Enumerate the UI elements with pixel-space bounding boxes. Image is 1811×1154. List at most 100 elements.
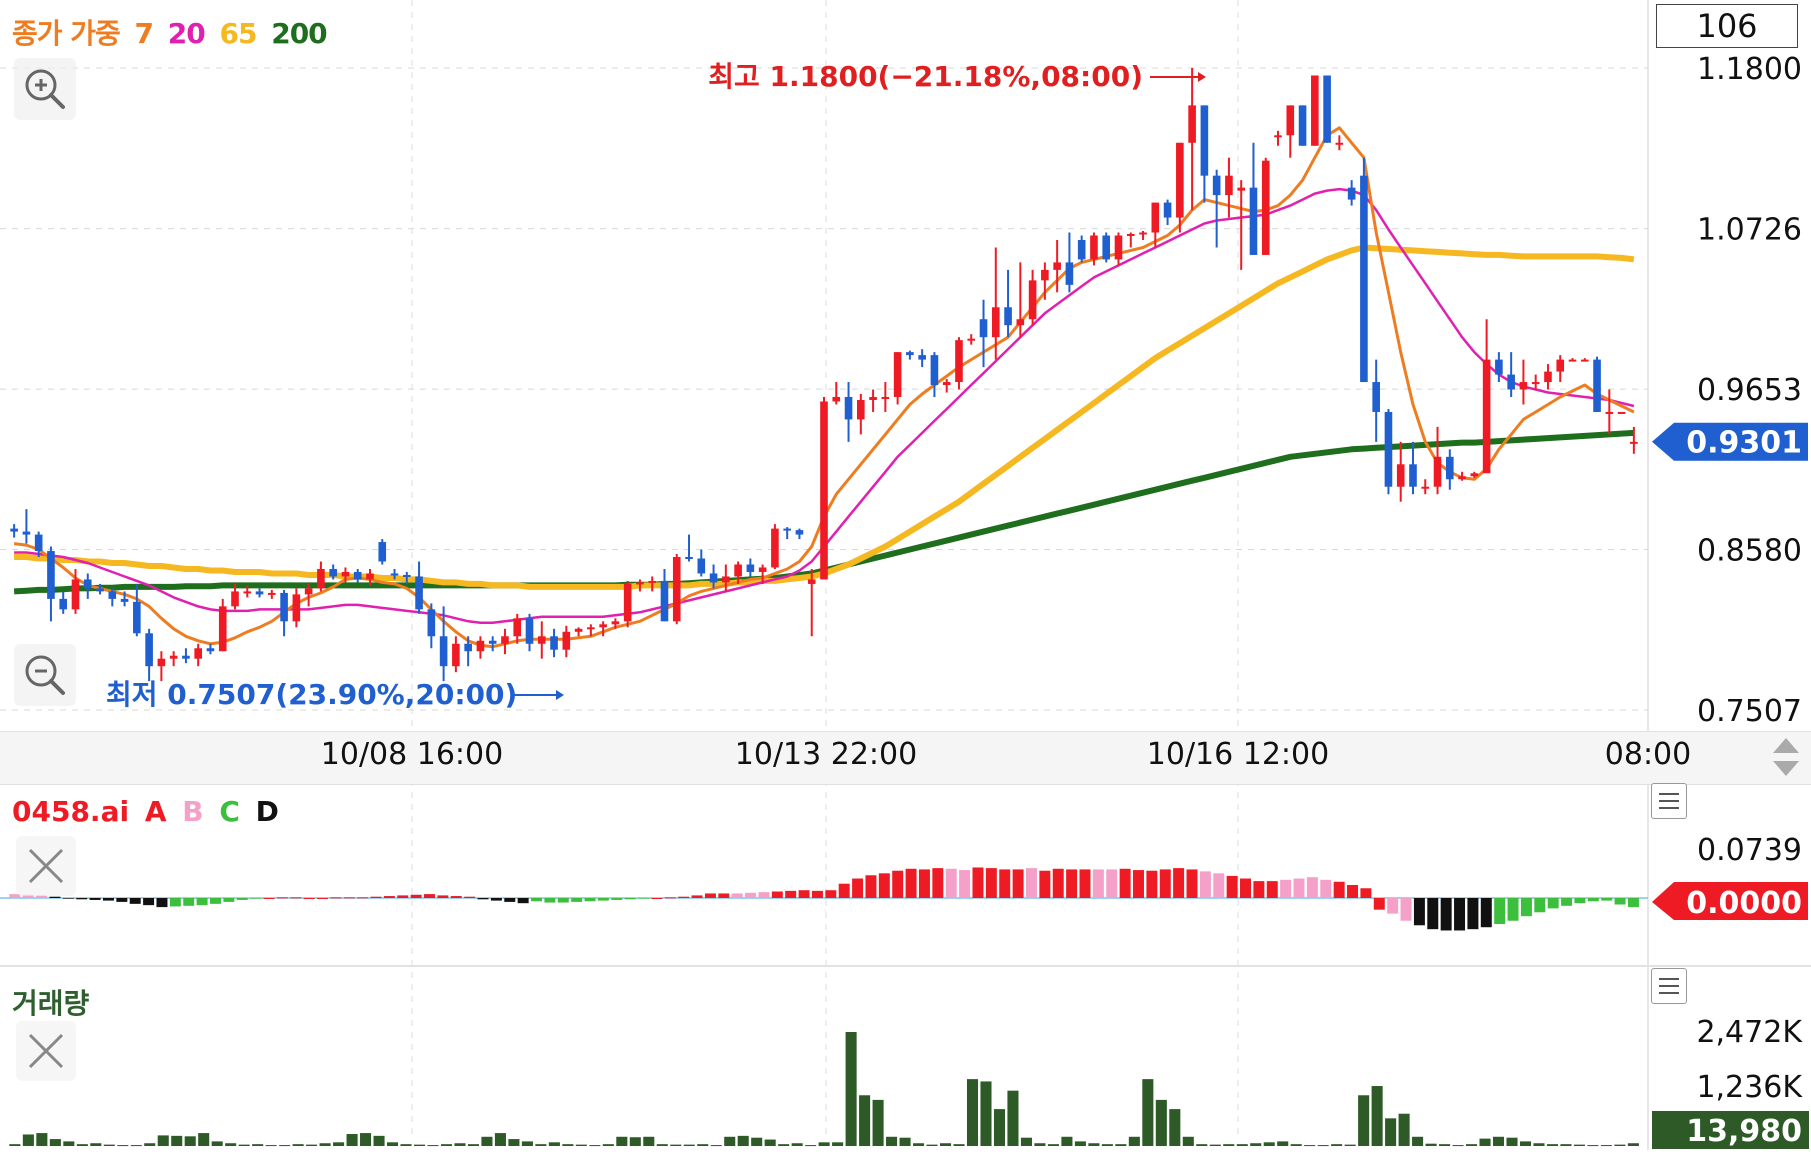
indicator-bar: [678, 896, 690, 898]
close-indicator-button[interactable]: [16, 836, 76, 896]
candle-body: [1556, 359, 1565, 372]
indicator-bar: [1440, 898, 1452, 931]
volume-bar: [387, 1142, 399, 1146]
candle-body: [1016, 319, 1025, 326]
candle-body: [1433, 456, 1442, 487]
volume-bar: [670, 1144, 682, 1146]
zoom-out-button[interactable]: [14, 644, 76, 706]
candle-body: [218, 606, 227, 652]
indicator-bar: [1547, 898, 1559, 909]
indicator-bar: [1454, 898, 1466, 931]
indicator-bar: [343, 897, 355, 899]
volume-tick-label: 1,236K: [1696, 1070, 1803, 1105]
indicator-bar: [1052, 868, 1064, 898]
candle-body: [918, 355, 926, 360]
candle-body: [1323, 75, 1331, 143]
volume-bars: 2,472K 1,236K 13,980: [9, 1015, 1809, 1149]
candle-body: [1617, 411, 1626, 414]
candle-body: [1421, 486, 1430, 489]
volume-bar: [1398, 1113, 1410, 1146]
volume-bar: [643, 1136, 655, 1146]
candle-body: [280, 592, 288, 622]
candle-body: [930, 355, 939, 386]
volume-bar: [818, 1142, 830, 1146]
candle-body: [807, 579, 816, 584]
zoom-in-icon: [25, 69, 65, 109]
indicator-bar: [1293, 878, 1305, 898]
candle-body: [71, 579, 80, 610]
indicator-bar: [1280, 879, 1292, 898]
volume-legend: 거래량: [12, 987, 90, 1020]
candle-body: [1102, 235, 1111, 260]
indicator-bar: [102, 898, 114, 901]
candle-body: [672, 557, 681, 622]
indicator-bar: [544, 898, 556, 903]
volume-bar: [872, 1099, 884, 1146]
indicator-bars: 0.0739 0.0000: [0, 833, 1808, 931]
candle-body: [906, 352, 914, 356]
indicator-bar: [1347, 885, 1359, 898]
indicator-bar: [745, 892, 757, 898]
volume-bar: [535, 1144, 547, 1146]
price-tick-label: 0.7507: [1697, 694, 1802, 729]
indicator-bar: [825, 890, 837, 898]
chart-canvas[interactable]: 0.0739 0.0000 2,472K 1,236K 13,980 최고 1.180…: [0, 0, 1811, 1154]
candlesticks: [10, 68, 1638, 682]
candle-body: [1176, 142, 1184, 218]
indicator-bar: [62, 898, 74, 899]
candle-body: [1568, 359, 1577, 362]
candle-body: [341, 571, 350, 577]
zoom-in-button[interactable]: [14, 58, 76, 120]
candle-body: [1409, 464, 1417, 487]
candle-count-box[interactable]: 106: [1656, 4, 1798, 48]
indicator-bar: [584, 898, 596, 902]
indicator-value-label: 0.0000: [1686, 886, 1802, 921]
scroll-button[interactable]: [1763, 734, 1809, 780]
volume-bar: [629, 1137, 641, 1146]
volume-bar: [886, 1136, 898, 1146]
volume-bar: [413, 1144, 426, 1146]
volume-bar: [467, 1144, 479, 1146]
candle-body: [378, 542, 387, 562]
volume-menu-button[interactable]: [1651, 968, 1687, 1004]
candle-body: [746, 564, 755, 572]
volume-bar: [737, 1135, 749, 1146]
candle-body: [611, 621, 620, 625]
volume-bar: [454, 1143, 466, 1146]
volume-bar: [1074, 1141, 1086, 1146]
volume-bar: [22, 1134, 34, 1146]
candle-body: [1077, 239, 1086, 260]
candle-body: [1090, 235, 1098, 260]
volume-bar: [117, 1145, 129, 1147]
candle-body: [34, 534, 43, 552]
low-arrow-head: [556, 690, 564, 700]
close-volume-button[interactable]: [16, 1021, 76, 1081]
candle-body: [1212, 175, 1221, 196]
indicator-tick-label: 0.0739: [1697, 833, 1802, 868]
indicator-bar: [611, 898, 623, 900]
indicator-bar: [1159, 869, 1171, 898]
zoom-out-icon: [25, 655, 65, 695]
candle-body: [292, 594, 301, 622]
candle-body: [427, 609, 436, 637]
candle-body: [893, 352, 902, 398]
candle-body: [709, 573, 718, 583]
volume-bar: [1452, 1145, 1464, 1147]
low-annotation: 최저 0.7507(23.90%,20:00): [106, 678, 517, 711]
volume-bar: [306, 1144, 318, 1146]
candle-body: [83, 579, 92, 589]
indicator-bar: [1173, 868, 1185, 898]
indicator-menu-button[interactable]: [1651, 783, 1687, 819]
indicator-bar: [1360, 888, 1372, 898]
volume-bar: [1439, 1144, 1451, 1146]
candle-body: [1507, 374, 1515, 390]
indicator-name: 0458.ai: [12, 795, 130, 828]
candle-body: [231, 591, 239, 607]
indicator-bar: [517, 898, 529, 904]
candle-body: [1286, 105, 1295, 136]
candle-body: [1531, 382, 1540, 385]
candle-body: [1372, 382, 1380, 412]
price-tick-label: 1.0726: [1697, 213, 1802, 248]
indicator-bar: [1333, 881, 1345, 898]
ma-legend: 종가 가중 7 20 65 200: [12, 12, 333, 52]
